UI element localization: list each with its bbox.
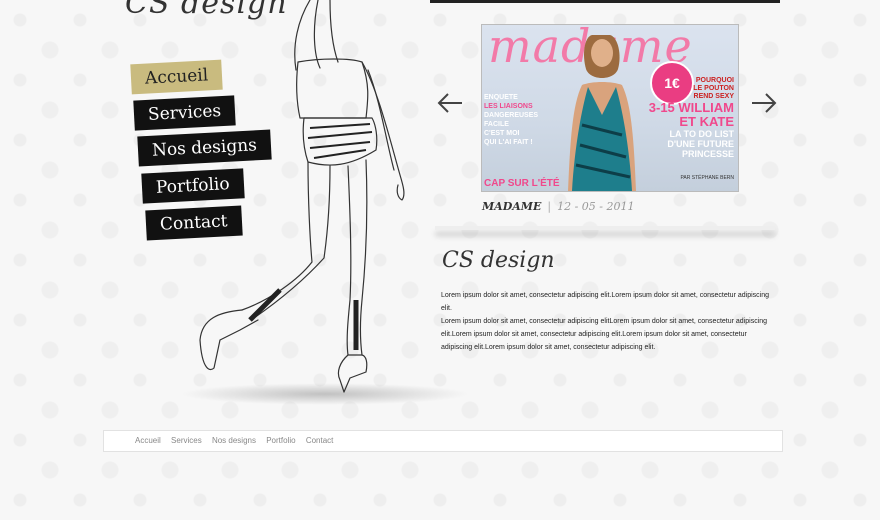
footer-link-accueil[interactable]: Accueil — [135, 436, 161, 445]
content-paragraph: Lorem ipsum dolor sit amet, consectetur … — [441, 318, 768, 351]
magazine-model-image — [568, 35, 636, 191]
slide-caption-name: MADAME — [482, 200, 542, 213]
arrow-right-icon[interactable] — [750, 90, 778, 116]
slide-caption: MADAME | 12 - 05 - 2011 — [482, 200, 635, 213]
magazine-cover-slide[interactable]: madame 1€ ENQUETE LES LIAISONS DANGEREUS… — [481, 24, 739, 192]
slide-caption-date: 12 - 05 - 2011 — [557, 200, 635, 213]
footer-link-portfolio[interactable]: Portfolio — [266, 436, 295, 445]
fashion-sketch-illustration — [199, 0, 405, 393]
footer-links: Accueil Services Nos designs Portfolio C… — [135, 436, 341, 445]
footer-link-nos-designs[interactable]: Nos designs — [212, 436, 256, 445]
footer-link-services[interactable]: Services — [171, 436, 202, 445]
top-bar — [430, 0, 780, 3]
arrow-left-icon[interactable] — [436, 90, 464, 116]
slider-base — [435, 226, 775, 230]
footer-link-contact[interactable]: Contact — [306, 436, 334, 445]
magazine-right-lines: POURQUOI LE POUTON REND SEXY 3-15 WILLIA… — [648, 77, 734, 159]
content-paragraph: Lorem ipsum dolor sit amet, consectetur … — [441, 292, 769, 312]
magazine-bottom-tag: CAP SUR L'ÉTÉ — [484, 178, 560, 189]
magazine-left-lines: ENQUETE LES LIAISONS DANGEREUSES FACILE … — [484, 94, 539, 146]
content-text: Lorem ipsum dolor sit amet, consectetur … — [441, 289, 777, 354]
footer-bar: Accueil Services Nos designs Portfolio C… — [103, 430, 783, 452]
content-logo: CS design — [442, 248, 555, 273]
magazine-credit: PAR STÉPHANE BERN — [680, 175, 734, 181]
